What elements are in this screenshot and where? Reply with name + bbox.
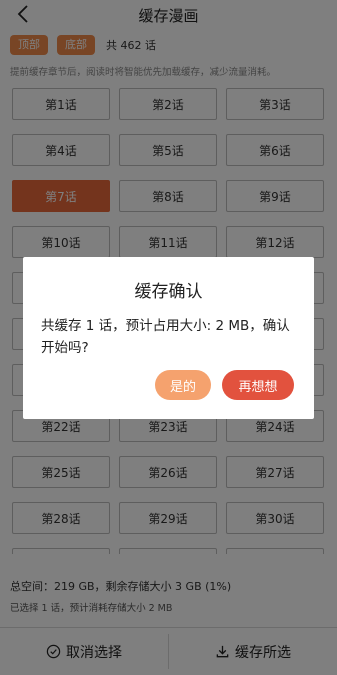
reconsider-button[interactable]: 再想想 [222, 370, 294, 400]
dialog-title: 缓存确认 [134, 282, 203, 302]
confirm-button[interactable]: 是的 [155, 370, 211, 400]
dialog-actions: 是的 再想想 [155, 370, 294, 400]
dialog-message: 共缓存 1 话，预计占用大小: 2 MB，确认开始吗? [41, 318, 290, 356]
cache-confirm-dialog: 缓存确认 共缓存 1 话，预计占用大小: 2 MB，确认开始吗? 是的 再想想 [23, 257, 314, 419]
